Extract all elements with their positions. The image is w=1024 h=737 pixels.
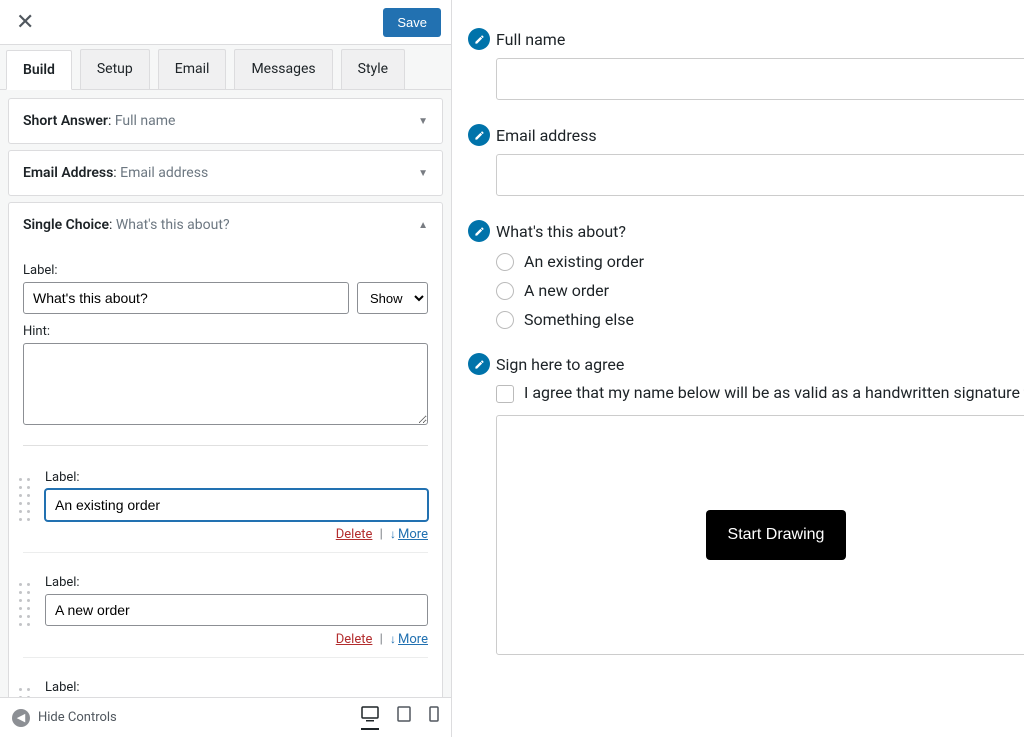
consent-text: I agree that my name below will be as va… xyxy=(524,383,1024,402)
tab-setup[interactable]: Setup xyxy=(80,49,150,89)
field-card-email: Email Address: Email address ▼ xyxy=(8,150,443,196)
edit-icon[interactable] xyxy=(468,220,490,242)
option-input[interactable] xyxy=(45,594,428,626)
more-option-link[interactable]: More xyxy=(398,632,428,647)
radio-icon xyxy=(496,253,514,271)
preview-pane: Full name Email address What's this abou… xyxy=(452,0,1024,737)
field-title: What's this about? xyxy=(116,217,230,233)
radio-option[interactable]: Something else xyxy=(496,310,1024,329)
option-label: Label: xyxy=(45,470,428,485)
option-input[interactable] xyxy=(45,489,428,521)
field-type: Single Choice xyxy=(23,217,109,233)
hide-controls-button[interactable]: ◀ Hide Controls xyxy=(12,709,117,727)
option-item: Label: Delete | ↓More xyxy=(23,448,428,553)
card-header[interactable]: Short Answer: Full name ▼ xyxy=(9,99,442,143)
field-card-short-answer: Short Answer: Full name ▼ xyxy=(8,98,443,144)
radio-option[interactable]: An existing order xyxy=(496,252,1024,271)
panel-body: Short Answer: Full name ▼ Email Address:… xyxy=(0,90,451,697)
consent-checkbox-row[interactable]: I agree that my name below will be as va… xyxy=(496,383,1024,403)
edit-icon[interactable] xyxy=(468,124,490,146)
panel-footer: ◀ Hide Controls xyxy=(0,697,451,737)
edit-icon[interactable] xyxy=(468,28,490,50)
more-option-link[interactable]: More xyxy=(398,527,428,542)
text-input[interactable] xyxy=(496,154,1024,196)
chevron-up-icon: ▲ xyxy=(418,220,428,231)
device-switcher xyxy=(361,706,439,730)
customizer-panel: ✕ Save Build Setup Email Messages Style … xyxy=(0,0,452,737)
delete-option-link[interactable]: Delete xyxy=(336,632,373,647)
arrow-down-icon: ↓ xyxy=(390,527,396,541)
drag-handle-icon[interactable] xyxy=(19,688,37,697)
drag-handle-icon[interactable] xyxy=(19,478,37,514)
tab-messages[interactable]: Messages xyxy=(234,49,332,89)
tablet-icon[interactable] xyxy=(397,706,411,730)
option-item: Label: Delete | ↓More xyxy=(23,553,428,658)
field-title: Email address xyxy=(120,165,208,181)
options-list: Label: Delete | ↓More xyxy=(23,445,428,697)
mobile-icon[interactable] xyxy=(429,706,439,730)
checkbox-icon xyxy=(496,385,514,403)
option-item: Label: Delete | ↓More xyxy=(23,658,428,697)
chevron-down-icon: ▼ xyxy=(418,168,428,179)
collapse-arrow-icon: ◀ xyxy=(12,709,30,727)
preview-field-signature: Sign here to agree I agree that my name … xyxy=(468,353,1024,655)
arrow-down-icon: ↓ xyxy=(390,632,396,646)
chevron-down-icon: ▼ xyxy=(418,116,428,127)
hide-controls-label: Hide Controls xyxy=(38,710,117,725)
delete-option-link[interactable]: Delete xyxy=(336,527,373,542)
tab-build[interactable]: Build xyxy=(6,50,72,90)
drag-handle-icon[interactable] xyxy=(19,583,37,619)
preview-field-email: Email address xyxy=(468,124,1024,196)
card-header[interactable]: Single Choice: What's this about? ▲ xyxy=(9,203,442,247)
text-input[interactable] xyxy=(496,58,1024,100)
radio-label: A new order xyxy=(524,281,609,300)
close-icon[interactable]: ✕ xyxy=(10,10,40,35)
tab-email[interactable]: Email xyxy=(158,49,227,89)
panel-header: ✕ Save xyxy=(0,0,451,45)
question-label: Email address xyxy=(496,126,597,145)
desktop-icon[interactable] xyxy=(361,706,379,730)
radio-option[interactable]: A new order xyxy=(496,281,1024,300)
radio-label: Something else xyxy=(524,310,634,329)
option-label: Label: xyxy=(45,680,428,695)
save-button[interactable]: Save xyxy=(383,8,441,37)
radio-label: An existing order xyxy=(524,252,644,271)
field-title: Full name xyxy=(115,113,176,129)
option-label: Label: xyxy=(45,575,428,590)
field-type: Email Address xyxy=(23,165,113,181)
question-label: Full name xyxy=(496,30,565,49)
signature-area[interactable]: Start Drawing xyxy=(496,415,1024,655)
hint-textarea[interactable] xyxy=(23,343,428,425)
question-label: Sign here to agree xyxy=(496,355,624,374)
field-card-single-choice: Single Choice: What's this about? ▲ Labe… xyxy=(8,202,443,697)
tabs: Build Setup Email Messages Style xyxy=(0,45,451,90)
radio-icon xyxy=(496,282,514,300)
card-header[interactable]: Email Address: Email address ▼ xyxy=(9,151,442,195)
question-label-input[interactable] xyxy=(23,282,349,314)
card-body: Label: Show Hint: Label: xyxy=(9,247,442,697)
radio-icon xyxy=(496,311,514,329)
label-label: Label: xyxy=(23,263,428,278)
question-label: What's this about? xyxy=(496,222,626,241)
field-type: Short Answer xyxy=(23,113,108,129)
visibility-select[interactable]: Show xyxy=(357,282,428,314)
preview-field-fullname: Full name xyxy=(468,28,1024,100)
preview-field-choice: What's this about? An existing order A n… xyxy=(468,220,1024,329)
hint-label: Hint: xyxy=(23,324,428,339)
start-drawing-button[interactable]: Start Drawing xyxy=(706,510,847,560)
tab-style[interactable]: Style xyxy=(341,49,405,89)
edit-icon[interactable] xyxy=(468,353,490,375)
